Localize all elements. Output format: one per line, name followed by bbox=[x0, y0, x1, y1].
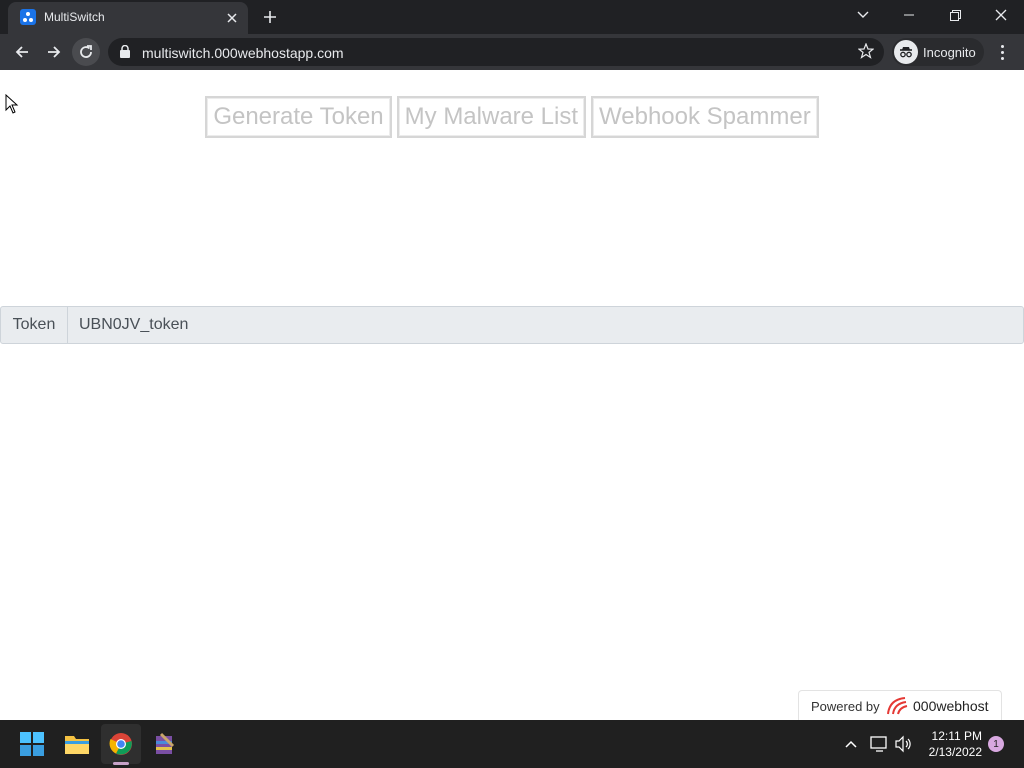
notification-badge[interactable]: 1 bbox=[988, 736, 1004, 752]
000webhost-logo-icon bbox=[885, 696, 909, 721]
address-bar[interactable]: multiswitch.000webhostapp.com bbox=[108, 38, 884, 66]
windows-start-icon[interactable] bbox=[12, 724, 52, 764]
browser-tab[interactable]: MultiSwitch bbox=[8, 2, 248, 34]
taskbar-clock[interactable]: 12:11 PM 2/13/2022 bbox=[918, 728, 982, 760]
incognito-icon bbox=[894, 40, 918, 64]
volume-icon[interactable] bbox=[894, 734, 914, 759]
browser-titlebar: MultiSwitch bbox=[0, 0, 1024, 34]
new-tab-button[interactable] bbox=[258, 6, 282, 28]
file-explorer-icon[interactable] bbox=[57, 724, 97, 764]
show-hidden-icons-chevron-icon[interactable] bbox=[844, 734, 858, 759]
url-text[interactable]: multiswitch.000webhostapp.com bbox=[142, 45, 344, 61]
incognito-profile-button[interactable]: Incognito bbox=[892, 38, 984, 66]
back-button[interactable] bbox=[8, 38, 36, 66]
forward-button[interactable] bbox=[40, 38, 68, 66]
minimize-button[interactable] bbox=[886, 0, 932, 30]
winrar-icon[interactable] bbox=[145, 724, 185, 764]
network-icon[interactable] bbox=[870, 734, 888, 759]
top-button-bar: Generate Token My Malware List Webhook S… bbox=[0, 96, 1024, 138]
my-malware-list-button[interactable]: My Malware List bbox=[396, 96, 587, 138]
close-window-button[interactable] bbox=[978, 0, 1024, 30]
token-label: Token bbox=[1, 307, 68, 343]
powered-by-text: Powered by bbox=[811, 699, 880, 714]
token-field: Token UBN0JV_token bbox=[0, 306, 1024, 344]
chrome-icon[interactable] bbox=[101, 724, 141, 764]
incognito-label: Incognito bbox=[923, 45, 976, 60]
clock-time: 12:11 PM bbox=[931, 729, 982, 743]
reload-button[interactable] bbox=[72, 38, 100, 66]
browser-toolbar: multiswitch.000webhostapp.com Incognito bbox=[0, 34, 1024, 70]
browser-menu-icon[interactable] bbox=[994, 40, 1010, 64]
token-value[interactable]: UBN0JV_token bbox=[68, 307, 188, 343]
windows-taskbar: 12:11 PM 2/13/2022 1 bbox=[0, 720, 1024, 768]
page-content: Generate Token My Malware List Webhook S… bbox=[0, 70, 1024, 720]
tab-title: MultiSwitch bbox=[44, 10, 105, 24]
restore-button[interactable] bbox=[932, 0, 978, 30]
lock-icon[interactable] bbox=[120, 44, 130, 63]
tab-close-icon[interactable] bbox=[222, 8, 242, 28]
powered-by-badge[interactable]: Powered by 000webhost bbox=[798, 690, 1002, 720]
webhook-spammer-button[interactable]: Webhook Spammer bbox=[591, 96, 819, 138]
clock-date: 2/13/2022 bbox=[928, 745, 982, 759]
tab-search-chevron-icon[interactable] bbox=[840, 0, 886, 30]
active-app-indicator bbox=[113, 762, 129, 765]
generate-token-button[interactable]: Generate Token bbox=[205, 96, 392, 138]
multiswitch-favicon-icon bbox=[20, 9, 36, 25]
bookmark-star-icon[interactable] bbox=[857, 42, 875, 64]
000webhost-brand: 000webhost bbox=[913, 698, 989, 714]
